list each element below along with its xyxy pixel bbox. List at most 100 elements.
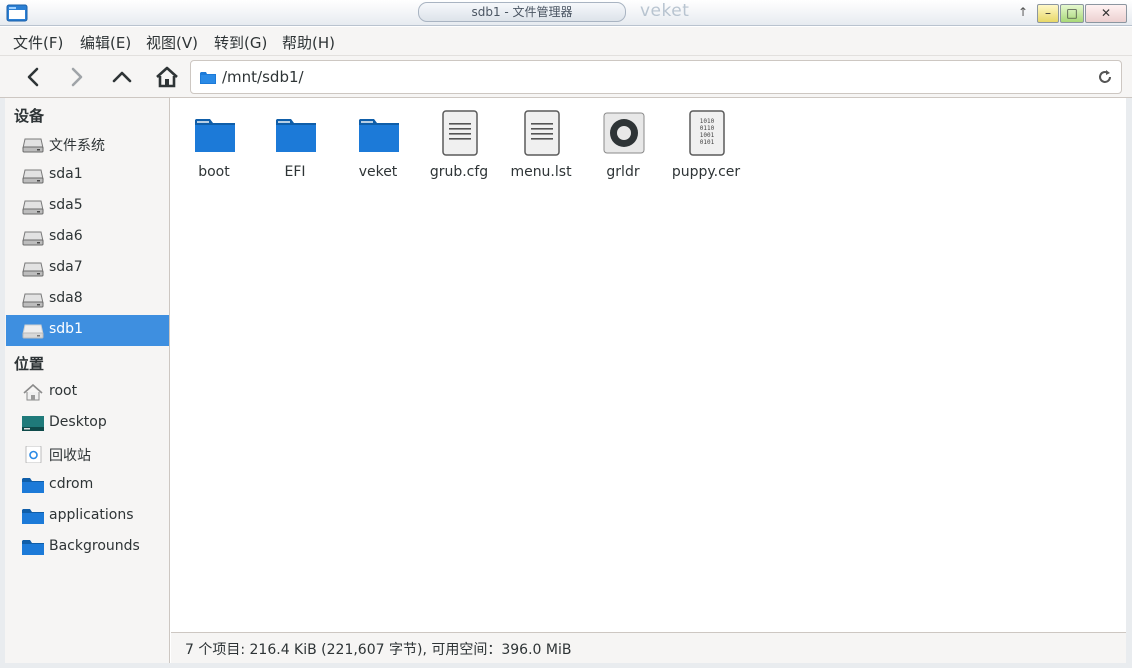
close-button[interactable]: ✕ (1085, 4, 1127, 23)
sidebar-item-label: cdrom (49, 476, 94, 492)
home-button[interactable] (153, 63, 181, 91)
file-item-boot[interactable]: boot (173, 108, 255, 188)
file-name: veket (358, 164, 398, 180)
drive-icon (22, 231, 44, 246)
sidebar-item-label: 回收站 (49, 448, 91, 464)
file-item-menu-lst[interactable]: menu.lst (500, 108, 582, 188)
folder-icon (276, 119, 316, 152)
sidebar-item-root[interactable]: root (6, 377, 169, 408)
menu-edit[interactable]: 编辑(E) (80, 32, 131, 53)
drive-icon (22, 262, 44, 277)
text-file-icon (442, 110, 478, 156)
toolbar: /mnt/sdb1/ (0, 56, 1132, 98)
sidebar-item-cdrom[interactable]: cdrom (6, 470, 169, 501)
file-name: grldr (606, 164, 640, 180)
file-manager-icon (6, 4, 28, 22)
svg-text:0110: 0110 (700, 125, 715, 132)
forward-button[interactable] (62, 63, 90, 91)
location-bar[interactable]: /mnt/sdb1/ (190, 60, 1122, 94)
drive-icon (22, 293, 44, 308)
folder-icon (22, 540, 44, 555)
file-item-puppy-cer[interactable]: 1010 0110 1001 0101 puppy.cer (665, 108, 747, 188)
svg-text:1001: 1001 (700, 132, 715, 139)
sidebar-item-sda1[interactable]: sda1 (6, 160, 169, 191)
statusbar: 7 个项目: 216.4 KiB (221,607 字节), 可用空间：396.… (171, 632, 1126, 663)
window-frame-right (1126, 98, 1132, 668)
file-name: EFI (284, 164, 306, 180)
sidebar-item-label: sda8 (49, 290, 83, 306)
svg-text:0101: 0101 (700, 139, 715, 146)
chevron-left-icon (27, 67, 39, 87)
folder-icon (359, 119, 399, 152)
executable-icon (603, 112, 645, 154)
menu-file[interactable]: 文件(F) (13, 32, 63, 53)
minimize-icon: – (1045, 6, 1051, 20)
file-name: menu.lst (510, 164, 572, 180)
sidebar-item-label: Backgrounds (49, 538, 140, 554)
sidebar-item-label: sdb1 (49, 321, 83, 337)
menu-go[interactable]: 转到(G) (214, 32, 267, 53)
sidebar-item-label: sda5 (49, 197, 83, 213)
trash-icon (25, 446, 42, 463)
file-item-grldr[interactable]: grldr (582, 108, 664, 188)
sidebar: 设备 文件系统 sda1 sda5 sda6 sda7 sda8 sdb1 位置… (5, 98, 170, 663)
desktop-icon (22, 416, 44, 431)
menubar: 文件(F) 编辑(E) 视图(V) 转到(G) 帮助(H) (0, 27, 1132, 56)
maximize-icon: □ (1066, 6, 1078, 20)
window-titlebar[interactable]: sdb1 - 文件管理器 veket ↑ – □ ✕ (0, 0, 1132, 26)
file-view[interactable]: boot EFI veket grub.cfg menu.lst grldr 1… (171, 98, 1126, 632)
home-icon (23, 384, 43, 401)
drive-icon (22, 138, 44, 153)
sidebar-item-label: sda6 (49, 228, 83, 244)
reload-icon[interactable] (1097, 69, 1113, 85)
file-name: boot (198, 164, 230, 180)
file-name: puppy.cer (671, 164, 741, 180)
wm-label: veket (640, 1, 690, 21)
file-name: grub.cfg (429, 164, 489, 180)
maximize-button[interactable]: □ (1060, 4, 1084, 23)
menu-help[interactable]: 帮助(H) (282, 32, 335, 53)
back-button[interactable] (20, 63, 48, 91)
sidebar-item-desktop[interactable]: Desktop (6, 408, 169, 439)
sidebar-item-trash[interactable]: 回收站 (6, 439, 169, 470)
folder-icon (22, 478, 44, 493)
menu-view[interactable]: 视图(V) (146, 32, 198, 53)
sidebar-item-label: root (49, 383, 78, 399)
folder-icon (22, 509, 44, 524)
sidebar-item-sda6[interactable]: sda6 (6, 222, 169, 253)
sidebar-item-filesystem[interactable]: 文件系统 (6, 129, 169, 160)
window-frame-left (0, 98, 5, 668)
sidebar-item-label: sda7 (49, 259, 83, 275)
sidebar-item-sda7[interactable]: sda7 (6, 253, 169, 284)
text-file-icon (524, 110, 560, 156)
sidebar-item-applications[interactable]: applications (6, 501, 169, 532)
close-icon: ✕ (1100, 6, 1112, 20)
binary-file-icon: 1010011010010101 (689, 110, 725, 156)
sidebar-item-label: Desktop (49, 414, 107, 430)
svg-text:1010: 1010 (700, 118, 715, 125)
status-text: 7 个项目: 216.4 KiB (221,607 字节), 可用空间：396.… (185, 642, 572, 658)
drive-icon (22, 169, 44, 184)
up-arrow-button[interactable]: ↑ (1016, 5, 1030, 19)
chevron-right-icon (71, 67, 83, 87)
folder-icon (200, 72, 216, 84)
window-title: sdb1 - 文件管理器 (418, 2, 626, 22)
sidebar-item-sdb1[interactable]: sdb1 (6, 315, 169, 346)
file-item-grub-cfg[interactable]: grub.cfg (418, 108, 500, 188)
sidebar-item-label: sda1 (49, 166, 83, 182)
sidebar-item-sda5[interactable]: sda5 (6, 191, 169, 222)
minimize-button[interactable]: – (1037, 4, 1059, 23)
window-frame-bottom (0, 663, 1132, 668)
file-item-efi[interactable]: EFI (254, 108, 336, 188)
drive-icon (22, 324, 44, 339)
parent-folder-button[interactable] (108, 63, 136, 91)
sidebar-item-backgrounds[interactable]: Backgrounds (6, 532, 169, 563)
sidebar-item-sda8[interactable]: sda8 (6, 284, 169, 315)
location-path[interactable]: /mnt/sdb1/ (222, 68, 304, 86)
folder-icon (195, 119, 235, 152)
devices-heading: 设备 (14, 107, 45, 125)
places-heading: 位置 (14, 355, 45, 373)
home-icon (156, 66, 178, 88)
sidebar-item-label: 文件系统 (49, 138, 105, 154)
file-item-veket[interactable]: veket (337, 108, 419, 188)
